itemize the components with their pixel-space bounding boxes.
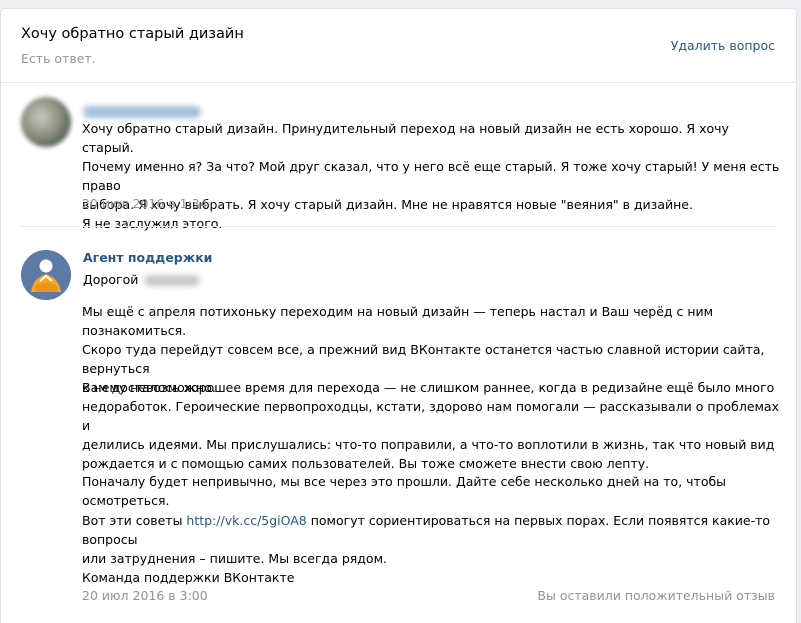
agent-paragraph-4: Вот эти советы http://vk.cc/5giOA8 помог… [82,511,782,568]
agent-paragraph-3: Поначалу будет непривычно, мы все через … [82,474,727,508]
message-divider [21,226,776,227]
agent-message-date: 20 июл 2016 в 3:00 [82,588,208,603]
agent-avatar[interactable] [21,250,71,300]
agent-greeting: Дорогой [83,272,201,287]
user-name-blurred[interactable] [83,106,201,118]
agent-paragraph-2: Вам досталось хорошее время для перехода… [82,380,779,471]
user-message-date: 20 июл 2016 в 1:34 [82,196,208,211]
addressee-name-blurred [144,275,201,286]
tips-link[interactable]: http://vk.cc/5giOA8 [186,513,306,528]
question-status: Есть ответ. [21,51,96,66]
agent-signature: Команда поддержки ВКонтакте [82,570,295,585]
support-agent-icon [21,250,71,300]
question-card: Хочу обратно старый дизайн Есть ответ. У… [0,8,797,623]
paragraph-4-line-2: или затруднения – пишите. Мы всегда рядо… [82,551,387,566]
paragraph-4-text-start: Вот эти советы [82,513,187,528]
greeting-word: Дорогой [83,272,139,287]
user-avatar[interactable] [21,97,71,147]
agent-name[interactable]: Агент поддержки [83,250,212,265]
user-message-text: Хочу обратно старый дизайн. Принудительн… [82,121,780,231]
delete-question-link[interactable]: Удалить вопрос [671,38,775,53]
question-header: Хочу обратно старый дизайн Есть ответ. У… [1,9,796,83]
question-title: Хочу обратно старый дизайн [21,26,244,42]
feedback-status: Вы оставили положительный отзыв [537,588,775,603]
